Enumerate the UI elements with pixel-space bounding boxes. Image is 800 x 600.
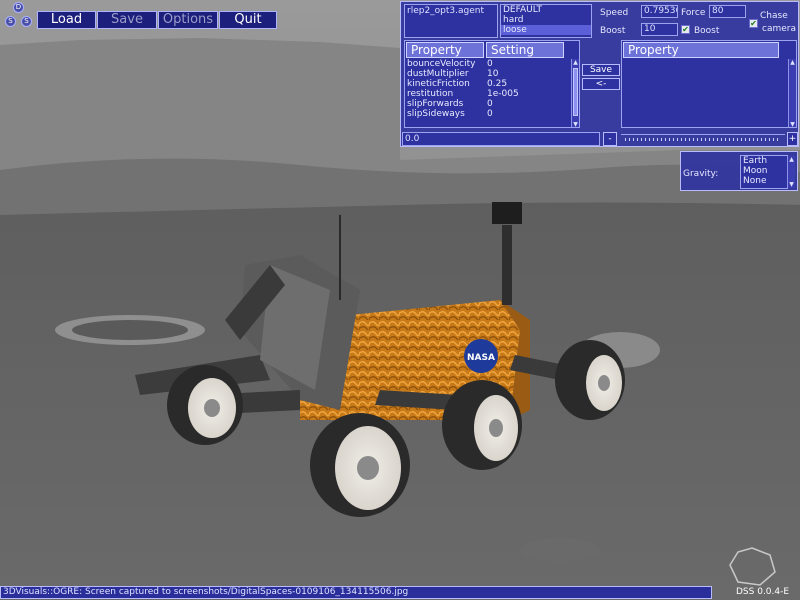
gravity-option-none[interactable]: None [741,176,787,186]
right-list-scrollbar[interactable]: ▲ ▼ [788,59,796,127]
svg-text:NASA: NASA [467,353,495,363]
property-name: slipSideways [407,109,465,119]
property-column-header[interactable]: Property [406,42,484,58]
property-value: 0.25 [487,79,508,89]
property-name: restitution [407,89,454,99]
speed-field[interactable]: 0.79536 [641,5,678,18]
boost-label: Boost [600,26,626,36]
property-edit-field[interactable]: 0.0 [402,132,600,146]
property-name: slipForwards [407,99,464,109]
logo-letter-s: S [21,16,32,27]
minus-button[interactable]: - [603,132,617,146]
force-label: Force [681,8,706,18]
preset-item-default[interactable]: DEFAULT [501,5,591,15]
save-button[interactable]: Save [97,11,157,29]
rover-wheel [167,365,243,445]
gravity-panel: Gravity: Earth Moon None ▲ ▼ [680,151,798,191]
dss-logo: D S S [2,2,34,30]
property-name: dustMultiplier [407,69,469,79]
scroll-down-icon[interactable]: ▼ [789,121,796,127]
table-row[interactable]: dustMultiplier 10 [405,69,573,79]
scroll-thumb[interactable] [573,68,578,116]
setting-column-header[interactable]: Setting [486,42,564,58]
preset-item-hard[interactable]: hard [501,15,591,25]
slider-ticks [625,138,781,141]
load-button[interactable]: Load [37,11,96,29]
scroll-down-icon[interactable]: ▼ [788,181,795,188]
rover-wheel [555,340,625,420]
right-property-column-header[interactable]: Property [623,42,779,58]
quit-button[interactable]: Quit [219,11,277,29]
boost-field[interactable]: 10 [641,23,678,36]
agent-control-panel: rlep2_opt3.agent DEFAULT hard loose Spee… [400,1,799,147]
gravity-option-earth[interactable]: Earth [741,156,787,166]
property-value: 0 [487,99,493,109]
property-table-scrollbar[interactable]: ▲ ▼ [571,59,579,127]
scroll-up-icon[interactable]: ▲ [572,59,579,66]
scroll-up-icon[interactable]: ▲ [789,59,796,66]
speed-label: Speed [600,8,629,18]
chase-camera-label-top: Chase [760,11,788,21]
property-save-button[interactable]: Save [582,64,620,76]
scroll-up-icon[interactable]: ▲ [788,156,795,163]
preset-item-loose[interactable]: loose [501,25,591,35]
property-list-right[interactable]: Property ▲ ▼ [621,40,797,128]
gravity-list-scrollbar[interactable]: ▲ ▼ [787,156,795,188]
logo-letter-d: D [13,2,24,13]
scroll-down-icon[interactable]: ▼ [572,121,579,127]
gravity-option-moon[interactable]: Moon [741,166,787,176]
table-row[interactable]: slipForwards 0 [405,99,573,109]
table-row[interactable]: bounceVelocity 0 [405,59,573,69]
property-name: kineticFriction [407,79,470,89]
slider-step-button[interactable]: + [787,132,798,146]
gravity-list[interactable]: Earth Moon None [740,155,788,189]
property-value: 0 [487,109,493,119]
boost-checkbox[interactable]: ✔ [681,25,690,34]
boost-checkbox-label: Boost [694,26,720,36]
logo-letter-s: S [5,16,16,27]
status-message: 3DVisuals::OGRE: Screen captured to scre… [3,587,409,597]
agent-file-field[interactable]: rlep2_opt3.agent [404,4,498,38]
rover-wheel [442,380,522,470]
version-label: DSS 0.0.4-E [736,587,790,597]
property-value: 10 [487,69,499,79]
gravity-label: Gravity: [683,169,719,179]
property-table[interactable]: Property Setting bounceVelocity 0 dustMul… [404,40,580,128]
rover-wheel [310,413,410,517]
table-row[interactable]: restitution 1e-005 [405,89,573,99]
value-slider[interactable] [621,134,785,144]
options-button[interactable]: Options [158,11,218,29]
chase-camera-label-bottom: camera [762,24,796,34]
property-name: bounceVelocity [407,59,476,69]
table-row[interactable]: slipSideways 0 [405,109,573,119]
preset-list[interactable]: DEFAULT hard loose [500,4,592,38]
property-value: 0 [487,59,493,69]
chase-camera-checkbox[interactable]: ✔ [749,19,758,28]
status-bar: 3DVisuals::OGRE: Screen captured to scre… [0,586,712,599]
force-field[interactable]: 80 [709,5,746,18]
table-row[interactable]: kineticFriction 0.25 [405,79,573,89]
property-value: 1e-005 [487,89,519,99]
property-back-button[interactable]: <- [582,78,620,90]
